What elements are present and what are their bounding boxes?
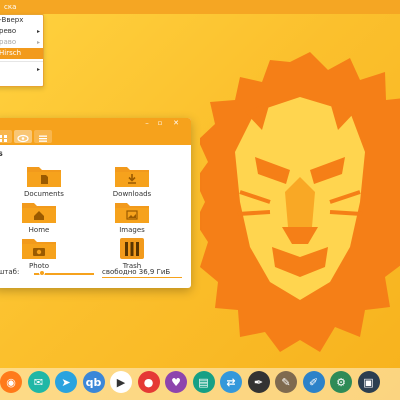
zoom-label: сштаб: [0,268,20,276]
firefox-icon[interactable]: ◉ [0,371,22,393]
location-label: rs [0,149,3,158]
menu-button[interactable] [34,130,52,143]
submenu-arrow-icon: ▸ [36,66,40,73]
status-bar: сштаб: свободно 36,9 ГиБ [0,268,191,280]
telegram-icon[interactable]: ➤ [55,371,77,393]
folder-photo[interactable]: Photo [9,236,69,270]
eye-icon [17,134,29,143]
preview-button[interactable] [14,130,32,143]
github-icon[interactable]: ♥ [165,371,187,393]
window-titlebar[interactable]: – ▫ ✕ [0,118,191,128]
menu-item-right[interactable]: раво ▸ [0,37,43,48]
trash-icon [120,238,144,259]
menu-separator [0,61,43,62]
dock: ◉ ✉ ➤ qb ▶ ● ♥ ▤ ⇄ ✒ ✎ ✐ ⚙ ▣ [0,368,400,400]
lion-wallpaper [200,52,400,352]
menu-item-tree[interactable]: рево ▸ [0,26,43,37]
gimp-icon[interactable]: ✎ [275,371,297,393]
grid-icon [0,135,7,142]
pencil-icon[interactable]: ✐ [302,371,325,393]
hamburger-icon [39,135,47,142]
folder-downloads[interactable]: Downloads [102,164,162,198]
mail-icon[interactable]: ✉ [27,371,50,393]
close-icon[interactable]: ✕ [172,119,180,127]
desktop: ска -Вверх рево▸ раво▸ Hirsch ▸ – ▫ ✕ [0,0,400,400]
app-red-icon[interactable]: ● [137,371,160,393]
transfer-icon[interactable]: ⇄ [220,371,242,393]
free-space-indicator: свободно 36,9 ГиБ [102,268,182,278]
download-icon [115,167,149,187]
minimize-icon[interactable]: – [143,119,151,127]
menu-item-selected[interactable]: Hirsch [0,48,43,59]
top-panel: ска [0,0,400,14]
folder-images[interactable]: Images [102,200,162,234]
maximize-icon[interactable]: ▫ [156,119,164,127]
file-manager-window: – ▫ ✕ rs Documents [0,118,191,288]
qbittorrent-icon[interactable]: qb [82,371,105,393]
submenu-arrow-icon: ▸ [36,39,40,46]
folder-trash[interactable]: Trash [102,236,162,270]
zoom-slider-handle[interactable] [39,270,45,276]
folder-documents[interactable]: Documents [14,164,74,198]
settings-icon[interactable]: ⚙ [330,371,352,393]
image-icon [115,203,149,223]
media-icon[interactable]: ▶ [110,371,132,393]
top-panel-title: ска [4,3,17,11]
submenu-arrow-icon: ▸ [36,28,40,35]
menu-item-submenu[interactable]: ▸ [0,64,43,75]
free-space-label: свободно 36,9 ГиБ [102,268,171,276]
document-icon [27,167,61,187]
menu-item-up[interactable]: -Вверх [0,15,43,26]
grid-view-button[interactable] [0,130,12,143]
context-menu: -Вверх рево ▸ раво ▸ Hirsch ▸ [0,14,44,87]
free-space-bar [102,277,182,278]
menu-item-last[interactable] [0,75,43,86]
reader-icon[interactable]: ▤ [192,371,215,393]
display-icon[interactable]: ▣ [357,371,380,393]
folder-home[interactable]: Home [9,200,69,234]
camera-icon [22,239,56,259]
home-icon [22,203,56,223]
toolbar [0,128,191,145]
inkscape-icon[interactable]: ✒ [247,371,270,393]
